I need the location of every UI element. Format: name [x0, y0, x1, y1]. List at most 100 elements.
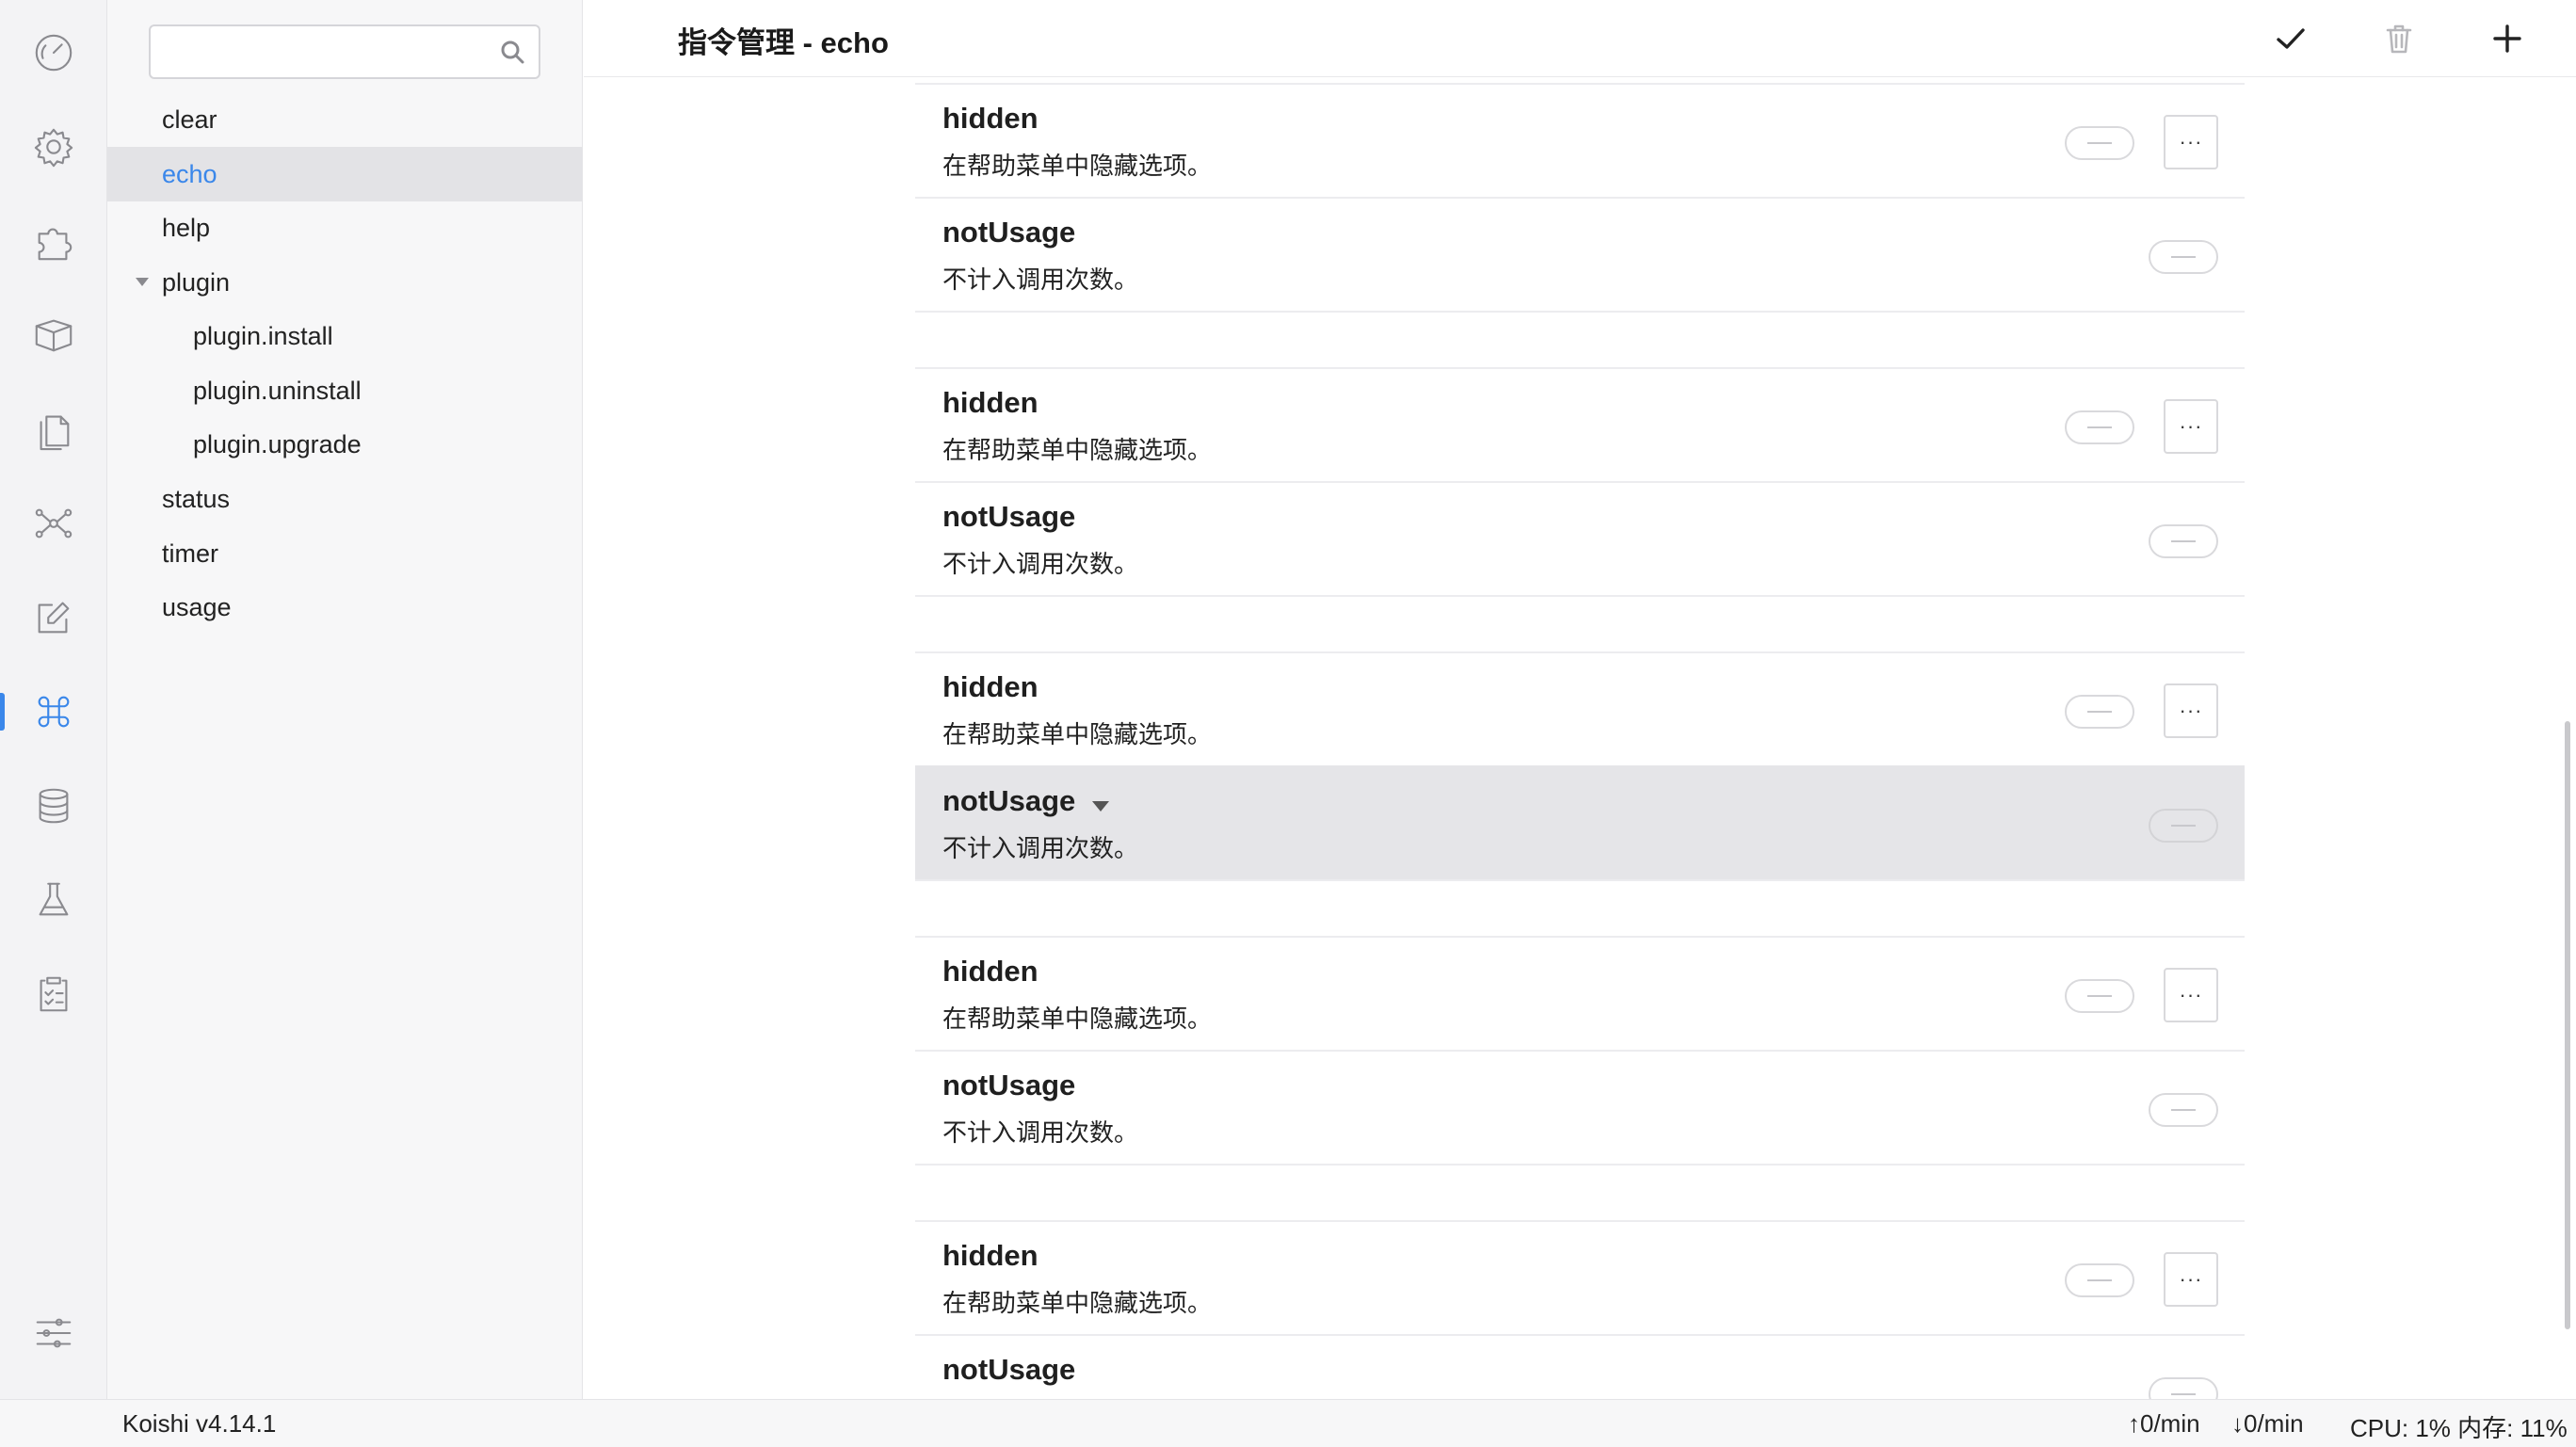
download-rate-value: 0/min: [2244, 1409, 2304, 1438]
check-icon: [2277, 28, 2305, 49]
option-name: notUsage: [942, 1069, 1076, 1101]
activity-plugins-button[interactable]: [0, 203, 107, 279]
tree-item-label: clear: [162, 105, 217, 134]
command-sidebar: clear echo help plugin plugin.install pl…: [107, 0, 583, 1399]
option-toggle[interactable]: [2065, 695, 2134, 729]
option-description: 在帮助菜单中隐藏选项。: [942, 1005, 1213, 1033]
tree-item-usage[interactable]: usage: [107, 580, 583, 635]
activity-settings-button[interactable]: [0, 109, 107, 185]
option-description: 不计入调用次数。: [942, 550, 1139, 578]
edit-icon: [38, 602, 70, 634]
tree-item-plugin-uninstall[interactable]: plugin.uninstall: [107, 363, 583, 418]
tree-item-status[interactable]: status: [107, 472, 583, 526]
content-scrollbar[interactable]: [2565, 721, 2570, 1329]
tree-item-label: plugin.install: [193, 321, 333, 350]
tree-item-clear[interactable]: clear: [107, 92, 583, 147]
search-icon[interactable]: [499, 39, 525, 65]
option-row-notusage[interactable]: notUsage 不计入调用次数。: [915, 765, 2245, 879]
option-name: hidden: [942, 102, 1038, 135]
download-rate: ↓0/min: [2231, 1409, 2304, 1439]
option-description: 不计入调用次数。: [942, 265, 1139, 294]
activity-files-button[interactable]: [0, 392, 107, 467]
option-toggle[interactable]: [2149, 240, 2218, 274]
activity-logs-button[interactable]: [0, 957, 107, 1032]
database-icon: [39, 788, 69, 824]
activity-dashboard-button[interactable]: [0, 15, 107, 90]
option-name: notUsage: [942, 500, 1076, 533]
option-name: notUsage: [942, 1353, 1076, 1386]
caret-down-icon[interactable]: [1092, 801, 1109, 812]
option-row-notusage[interactable]: notUsage 不计入调用次数。: [915, 481, 2245, 595]
page-title: 指令管理 - echo: [678, 26, 889, 59]
option-toggle[interactable]: [2065, 979, 2134, 1013]
option-toggle[interactable]: [2149, 524, 2218, 558]
option-description: 在帮助菜单中隐藏选项。: [942, 436, 1213, 464]
option-name: hidden: [942, 386, 1038, 419]
option-row-notusage[interactable]: notUsage: [915, 1334, 2245, 1399]
tree-item-help[interactable]: help: [107, 201, 583, 255]
search-box[interactable]: [149, 24, 540, 79]
save-button[interactable]: [2269, 17, 2312, 60]
activity-preferences-button[interactable]: [0, 1295, 107, 1371]
option-row-hidden[interactable]: hidden 在帮助菜单中隐藏选项。 ···: [915, 1220, 2245, 1334]
activity-edit-button[interactable]: [0, 580, 107, 655]
option-toggle[interactable]: [2065, 1263, 2134, 1297]
option-toggle[interactable]: [2065, 410, 2134, 444]
option-description: 在帮助菜单中隐藏选项。: [942, 1289, 1213, 1317]
tree-item-timer[interactable]: timer: [107, 526, 583, 581]
option-row-notusage[interactable]: notUsage 不计入调用次数。: [915, 197, 2245, 311]
more-options-button[interactable]: ···: [2164, 115, 2218, 169]
option-toggle[interactable]: [2149, 1093, 2218, 1127]
tree-item-plugin-upgrade[interactable]: plugin.upgrade: [107, 417, 583, 472]
more-options-button[interactable]: ···: [2164, 1252, 2218, 1307]
option-toggle[interactable]: [2149, 1377, 2218, 1399]
activity-database-button[interactable]: [0, 768, 107, 844]
group-divider: [915, 311, 2245, 313]
tree-item-label: usage: [162, 592, 232, 621]
option-name: notUsage: [942, 784, 1076, 817]
sliders-icon: [36, 1318, 72, 1348]
option-description: 在帮助菜单中隐藏选项。: [942, 720, 1213, 748]
tree-item-label: plugin: [162, 267, 231, 297]
option-toggle[interactable]: [2149, 809, 2218, 843]
option-name: hidden: [942, 670, 1038, 703]
status-bar: Koishi v4.14.1 ↑0/min ↓0/min CPU: 1% 内存:…: [0, 1399, 2576, 1447]
network-icon: [35, 508, 72, 539]
option-row-notusage[interactable]: notUsage 不计入调用次数。: [915, 1050, 2245, 1164]
tree-item-label: plugin.upgrade: [193, 429, 362, 458]
option-row-hidden[interactable]: hidden 在帮助菜单中隐藏选项。 ···: [915, 936, 2245, 1050]
package-icon: [35, 319, 72, 352]
option-name: hidden: [942, 1239, 1038, 1272]
more-options-button[interactable]: ···: [2164, 399, 2218, 454]
activity-network-button[interactable]: [0, 486, 107, 561]
option-toggle[interactable]: [2065, 126, 2134, 160]
option-row-hidden[interactable]: hidden 在帮助菜单中隐藏选项。 ···: [915, 651, 2245, 765]
tree-item-plugin[interactable]: plugin: [107, 255, 583, 310]
tree-item-label: plugin.uninstall: [193, 376, 362, 405]
more-options-button[interactable]: ···: [2164, 683, 2218, 738]
version-label: Koishi v4.14.1: [122, 1409, 277, 1438]
more-options-button[interactable]: ···: [2164, 968, 2218, 1022]
delete-button[interactable]: [2377, 17, 2421, 60]
upload-rate: ↑0/min: [2128, 1409, 2200, 1439]
option-row-hidden[interactable]: hidden 在帮助菜单中隐藏选项。 ···: [915, 367, 2245, 481]
activity-market-button[interactable]: [0, 297, 107, 373]
tree-item-label: timer: [162, 539, 218, 568]
option-name: hidden: [942, 955, 1038, 988]
group-divider: [915, 1164, 2245, 1166]
add-button[interactable]: [2486, 17, 2529, 60]
clipboard-icon: [40, 976, 68, 1012]
tree-item-plugin-install[interactable]: plugin.install: [107, 309, 583, 363]
cpu-memory-usage: CPU: 1% 内存: 11%: [2350, 1414, 2568, 1442]
tree-item-echo[interactable]: echo: [107, 147, 583, 201]
arrow-up-icon: ↑: [2128, 1409, 2140, 1438]
option-description: 不计入调用次数。: [942, 834, 1139, 862]
activity-commands-button[interactable]: [0, 674, 107, 749]
option-name: notUsage: [942, 216, 1076, 249]
search-input[interactable]: [164, 26, 484, 77]
activity-sandbox-button[interactable]: [0, 862, 107, 938]
option-row-hidden[interactable]: hidden 在帮助菜单中隐藏选项。 ···: [915, 83, 2245, 197]
dashboard-icon: [35, 34, 72, 72]
caret-down-icon[interactable]: [136, 278, 149, 286]
tree-item-label: help: [162, 213, 211, 242]
